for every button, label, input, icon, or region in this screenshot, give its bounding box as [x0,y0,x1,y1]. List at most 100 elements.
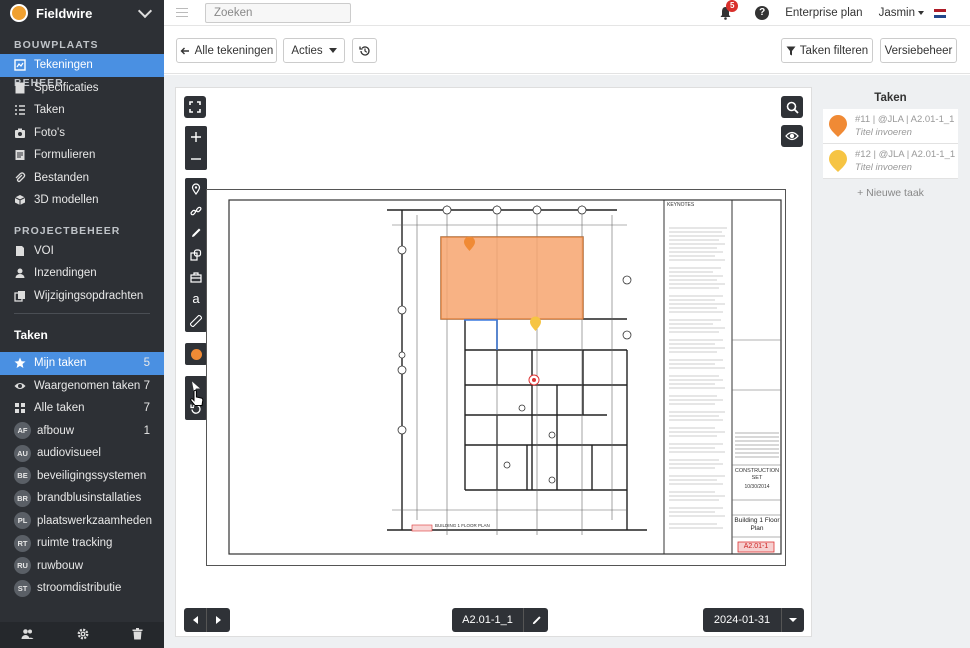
version-date: 2024-01-31 [703,608,782,632]
shape-tool[interactable] [185,244,207,266]
enterprise-plan-link[interactable]: Enterprise plan [785,7,862,19]
visibility-toggle-button[interactable] [781,125,803,147]
drawing-icon [14,59,26,71]
measure-tool[interactable] [185,310,207,332]
actions-label: Acties [291,44,323,57]
filter-count: 7 [143,379,150,392]
category-item-stroomdistributie[interactable]: ST stroomdistributie [0,577,164,600]
sidebar-item-bestanden[interactable]: Bestanden [0,167,164,190]
filter-label: Alle taken [34,402,85,415]
actions-dropdown[interactable]: Acties [283,38,345,63]
plan-label: BUILDING 1 FLOOR PLAN [435,523,490,528]
pin-tool[interactable] [185,178,207,200]
search-box[interactable] [205,2,368,23]
user-name: Jasmin [878,7,915,19]
version-date-selector[interactable]: 2024-01-31 [703,608,804,632]
users-icon[interactable] [21,628,34,643]
notification-badge: 5 [726,0,739,12]
zoom-out-button[interactable] [185,148,207,170]
category-avatar: PL [14,512,31,530]
category-item-beveiligingssystemen[interactable]: BE beveiligingssystemen [0,465,164,488]
app-name: Fieldwire [36,5,93,21]
filter-count: 7 [143,402,150,415]
drawing-viewer[interactable]: a KEYNOTES CONSTRUCTION SET 10/30/2014 B… [175,87,812,637]
previous-sheet-button[interactable] [184,608,207,632]
edit-sheet-button[interactable] [524,615,548,626]
notifications-button[interactable]: 5 [719,0,739,20]
link-tool[interactable] [185,200,207,222]
back-to-drawings-button[interactable]: Alle tekeningen [176,38,277,63]
sheet-name[interactable]: A2.01-1_1 [452,608,524,632]
category-avatar: RT [14,534,31,552]
sidebar-item-inzendingen[interactable]: Inzendingen [0,262,164,285]
language-flag-icon[interactable] [934,8,946,18]
camera-icon [14,127,26,139]
sidebar-item-voi[interactable]: VOI [0,240,164,263]
fullscreen-button[interactable] [184,96,206,118]
category-item-ruimte-tracking[interactable]: RT ruimte tracking [0,532,164,555]
project-switcher[interactable]: Fieldwire [0,0,164,26]
zoom-controls [185,126,207,170]
task-card[interactable]: #12 | @JLA | A2.01-1_1 Titel invoeren [823,144,958,179]
caret-down-icon[interactable] [782,618,804,622]
new-task-button[interactable]: + Nieuwe taak [823,179,958,207]
category-label: beveiligingssystemen [37,469,147,482]
menu-icon[interactable] [176,8,188,17]
trash-icon[interactable] [132,627,143,643]
category-avatar: BE [14,467,31,485]
category-item-audiovisueel[interactable]: AU audiovisueel [0,442,164,465]
tasks-section-title: Taken [14,328,48,342]
pen-tool[interactable] [185,222,207,244]
task-card[interactable]: #11 | @JLA | A2.01-1_1 Titel invoeren [823,109,958,144]
zoom-in-button[interactable] [185,126,207,148]
toolbox-icon [190,272,202,283]
search-drawing-button[interactable] [781,96,803,118]
category-item-afbouw[interactable]: AF afbouw 1 [0,420,164,443]
sidebar-item-formulieren[interactable]: Formulieren [0,144,164,167]
next-sheet-button[interactable] [207,608,230,632]
sidebar-item-taken[interactable]: Taken [0,99,164,122]
task-title: Titel invoeren [855,162,912,173]
sidebar-item-fotos[interactable]: Foto's [0,122,164,145]
filter-alle-taken[interactable]: Alle taken 7 [0,397,164,420]
version-control-button[interactable]: Versiebeheer [880,38,957,63]
copy-icon [14,290,26,302]
drawing-sheet[interactable]: KEYNOTES CONSTRUCTION SET 10/30/2014 Bui… [206,189,786,566]
arrow-left-icon [180,47,189,54]
filter-tasks-label: Taken filteren [799,44,869,57]
tasks-panel: Taken #11 | @JLA | A2.01-1_1 Titel invoe… [823,87,958,207]
history-button[interactable] [352,38,377,63]
filter-tasks-button[interactable]: Taken filteren [781,38,873,63]
user-menu[interactable]: Jasmin [879,7,924,19]
sidebar-divider [14,313,150,314]
search-input[interactable] [214,6,368,19]
task-meta: #11 | @JLA | A2.01-1_1 [855,114,955,125]
category-avatar: ST [14,579,31,597]
minus-icon [191,158,201,160]
markup-tools: a [185,178,207,332]
sheet-name-control: A2.01-1_1 [452,608,548,632]
pencil-icon [192,228,201,237]
category-item-ruwbouw[interactable]: RU ruwbouw [0,555,164,578]
category-item-brandblusinstallaties[interactable]: BR brandblusinstallaties [0,487,164,510]
history-icon [358,45,370,56]
help-icon[interactable]: ? [755,6,770,20]
eye-icon [14,380,26,392]
sidebar-item-3d-modellen[interactable]: 3D modellen [0,189,164,212]
gear-icon[interactable] [77,628,89,643]
color-swatch-button[interactable] [185,343,207,365]
chevron-down-icon[interactable] [137,3,153,19]
filter-mijn-taken[interactable]: Mijn taken 5 [0,352,164,375]
filter-label: Mijn taken [34,357,87,370]
category-avatar: RU [14,557,31,575]
category-item-plaatswerkzaamheden[interactable]: PL plaatswerkzaamheden [0,510,164,533]
ruler-icon [190,315,202,327]
sidebar-item-wijzigingsopdrachten[interactable]: Wijzigingsopdrachten [0,285,164,308]
sidebar-item-label: Inzendingen [34,267,97,280]
category-count: 1 [143,424,150,437]
filter-waargenomen-taken[interactable]: Waargenomen taken 7 [0,375,164,398]
fieldwire-logo [10,4,28,22]
text-tool[interactable]: a [185,288,207,310]
toolbox-tool[interactable] [185,266,207,288]
search-icon [786,101,799,114]
